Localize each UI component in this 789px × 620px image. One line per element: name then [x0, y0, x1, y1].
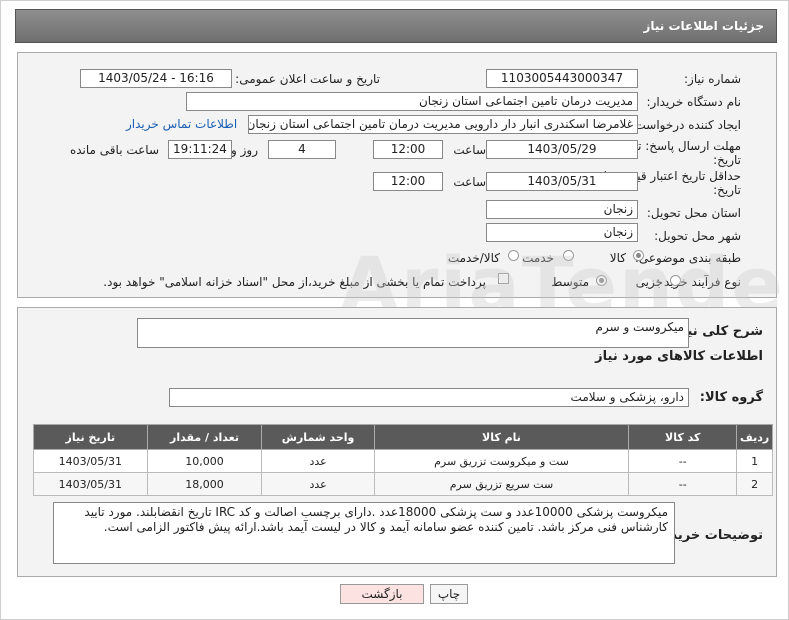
- days-field: 4: [268, 140, 336, 159]
- deadline-date-field: 1403/05/29: [486, 140, 638, 159]
- col-qty: تعداد / مقدار: [146, 424, 263, 450]
- buyer-org-field: مدیریت درمان تامین اجتماعی استان زنجان: [186, 92, 638, 111]
- header-bar: جزئیات اطلاعات نیاز: [15, 9, 777, 43]
- goods-table-header: ردیف کد کالا نام کالا واحد شمارش تعداد /…: [33, 424, 773, 450]
- cell-date: 1403/05/31: [33, 472, 148, 496]
- goods-group-field: دارو، پزشکی و سلامت: [169, 388, 689, 407]
- announce-label: تاریخ و ساعت اعلان عمومی:: [235, 72, 380, 86]
- buyer-contact-link[interactable]: اطلاعات تماس خریدار: [126, 117, 237, 131]
- cell-qty: 18,000: [146, 472, 263, 496]
- deadline-time-field: 12:00: [373, 140, 443, 159]
- validity-date-field: 1403/05/31: [486, 172, 638, 191]
- back-button[interactable]: بازگشت: [340, 584, 424, 604]
- cell-name: ست و میکروست تزریق سرم: [373, 449, 630, 473]
- table-row: 2 -- ست سریع تزریق سرم عدد 18,000 1403/0…: [33, 472, 773, 496]
- province-label: استان محل تحویل:: [646, 206, 741, 220]
- need-number-field: 1103005443000347: [486, 69, 638, 88]
- creator-label: ایجاد کننده درخواست:: [630, 118, 741, 132]
- cell-unit: عدد: [261, 449, 375, 473]
- cell-code: --: [628, 472, 738, 496]
- cell-name: ست سریع تزریق سرم: [373, 472, 630, 496]
- need-number-label: شماره نیاز:: [684, 72, 741, 86]
- buyer-notes-field: میکروست پزشکی 10000عدد و ست پزشکی 18000ع…: [53, 502, 675, 564]
- deadline-label: مهلت ارسال پاسخ: تا تاریخ:: [634, 139, 741, 167]
- cell-unit: عدد: [261, 472, 375, 496]
- col-name: نام کالا: [373, 424, 630, 450]
- cell-qty: 10,000: [146, 449, 263, 473]
- page-title: جزئیات اطلاعات نیاز: [643, 19, 764, 33]
- creator-field: غلامرضا اسکندری انبار دار دارویی مدیریت …: [248, 115, 638, 134]
- table-row: 1 -- ست و میکروست تزریق سرم عدد 10,000 1…: [33, 449, 773, 473]
- col-unit: واحد شمارش: [261, 424, 375, 450]
- col-code: کد کالا: [628, 424, 738, 450]
- cell-date: 1403/05/31: [33, 449, 148, 473]
- days-label: روز و: [231, 143, 258, 157]
- general-desc-field: میکروست و سرم: [137, 318, 689, 348]
- goods-info-title: اطلاعات کالاهای مورد نیاز: [595, 349, 763, 364]
- cell-row: 1: [736, 449, 773, 473]
- buyer-org-label: نام دستگاه خریدار:: [646, 95, 742, 109]
- cell-row: 2: [736, 472, 773, 496]
- announce-field: 1403/05/24 - 16:16: [80, 69, 232, 88]
- col-date: تاریخ نیاز: [33, 424, 148, 450]
- print-button[interactable]: چاپ: [430, 584, 468, 604]
- col-row: ردیف: [736, 424, 773, 450]
- validity-time-field: 12:00: [373, 172, 443, 191]
- cell-code: --: [628, 449, 738, 473]
- province-field: زنجان: [486, 200, 638, 219]
- deadline-time-label: ساعت: [453, 143, 486, 157]
- remaining-label: ساعت باقی مانده: [69, 143, 159, 157]
- goods-group-label: گروه کالا:: [699, 390, 763, 405]
- validity-time-label: ساعت: [453, 175, 486, 189]
- remaining-time-field: 19:11:24: [168, 140, 232, 159]
- goods-table: ردیف کد کالا نام کالا واحد شمارش تعداد /…: [33, 424, 773, 496]
